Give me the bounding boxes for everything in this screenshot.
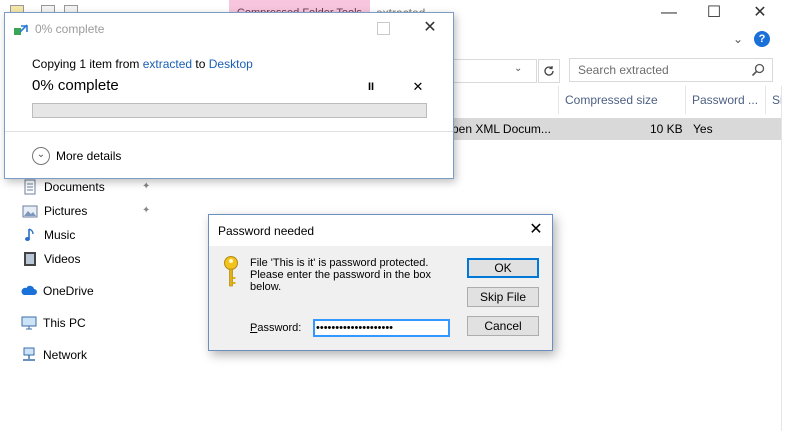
refresh-icon bbox=[544, 66, 554, 76]
search-input[interactable] bbox=[570, 59, 748, 81]
sidebar-item-label: Pictures bbox=[44, 204, 88, 218]
pin-icon[interactable]: ✦ bbox=[142, 205, 152, 216]
music-icon bbox=[25, 228, 34, 241]
password-label-rest: assword: bbox=[257, 322, 302, 334]
copy-progress-dialog: 0% complete ✕ Copying 1 item from extrac… bbox=[4, 12, 454, 179]
minimize-button[interactable]: — bbox=[646, 2, 692, 24]
sidebar-item-videos[interactable]: Videos bbox=[22, 249, 152, 269]
scrollbar-track[interactable] bbox=[781, 86, 782, 431]
sidebar-item-label: Documents bbox=[44, 180, 105, 194]
chevron-down-icon: ⌄ bbox=[32, 147, 50, 165]
documents-icon bbox=[24, 179, 36, 195]
password-dialog: Password needed ✕ File 'This is it' is p… bbox=[208, 214, 553, 351]
help-icon[interactable]: ? bbox=[754, 31, 770, 47]
password-field[interactable] bbox=[313, 319, 450, 337]
skip-file-button[interactable]: Skip File bbox=[467, 287, 539, 307]
search-icon[interactable] bbox=[750, 62, 766, 78]
progress-bar bbox=[32, 103, 427, 118]
password-cell: Yes bbox=[693, 122, 713, 136]
refresh-button[interactable] bbox=[538, 59, 560, 83]
column-header-compressed-size[interactable]: Compressed size bbox=[565, 86, 658, 114]
key-icon bbox=[224, 256, 238, 287]
column-separator[interactable] bbox=[765, 86, 766, 114]
dialog-title: Password needed bbox=[218, 224, 315, 238]
sidebar-item-network[interactable]: Network bbox=[21, 345, 131, 365]
sidebar-item-onedrive[interactable]: OneDrive bbox=[21, 281, 131, 301]
search-box[interactable] bbox=[569, 58, 773, 82]
copy-summary-prefix: Copying 1 item from bbox=[32, 57, 143, 71]
source-folder-link[interactable]: extracted bbox=[143, 57, 192, 71]
address-bar[interactable]: ⌄ bbox=[452, 59, 537, 83]
more-details-label: More details bbox=[56, 149, 122, 163]
sidebar-item-label: Music bbox=[44, 228, 76, 242]
sidebar-item-label: This PC bbox=[43, 316, 86, 330]
sidebar-item-label: Videos bbox=[44, 252, 81, 266]
pause-button[interactable]: II bbox=[363, 79, 379, 95]
onedrive-icon bbox=[21, 285, 37, 295]
sidebar-item-label: OneDrive bbox=[43, 284, 94, 298]
password-label: Password: bbox=[250, 322, 302, 334]
maximize-button bbox=[377, 22, 390, 35]
sidebar-item-label: Network bbox=[43, 348, 88, 362]
column-separator[interactable] bbox=[685, 86, 686, 114]
copy-icon bbox=[14, 24, 28, 35]
dialog-title: 0% complete bbox=[35, 22, 105, 36]
ok-button[interactable]: OK bbox=[467, 258, 539, 278]
network-icon bbox=[23, 347, 35, 361]
sidebar-item-documents[interactable]: Documents bbox=[22, 177, 152, 197]
cancel-button[interactable]: Cancel bbox=[467, 316, 539, 336]
divider bbox=[5, 131, 453, 132]
ribbon-help-area: ⌄ ? bbox=[730, 30, 778, 48]
pc-icon bbox=[21, 316, 37, 330]
pictures-icon bbox=[22, 205, 38, 218]
close-button[interactable]: ✕ bbox=[737, 2, 783, 24]
expand-ribbon-icon[interactable]: ⌄ bbox=[730, 31, 746, 47]
compressed-size-cell: 10 KB bbox=[650, 122, 683, 136]
close-button[interactable]: ✕ bbox=[525, 219, 547, 241]
videos-icon bbox=[24, 252, 36, 266]
table-row[interactable]: pen XML Docum... 10 KB Yes bbox=[452, 118, 781, 140]
pin-icon[interactable]: ✦ bbox=[142, 181, 152, 192]
skip-file-label: Skip File bbox=[479, 290, 526, 304]
close-button[interactable]: ✕ bbox=[419, 17, 441, 39]
column-separator[interactable] bbox=[558, 86, 559, 114]
progress-status: 0% complete bbox=[32, 77, 119, 94]
maximize-button[interactable]: ☐ bbox=[691, 2, 737, 24]
dialog-title-bar: Password needed ✕ bbox=[209, 215, 552, 246]
address-history-icon[interactable]: ⌄ bbox=[514, 63, 522, 74]
password-message: File 'This is it' is password protected.… bbox=[250, 257, 432, 293]
copy-summary: Copying 1 item from extracted to Desktop bbox=[32, 57, 253, 71]
destination-folder-link[interactable]: Desktop bbox=[209, 57, 253, 71]
file-type-cell: pen XML Docum... bbox=[452, 122, 551, 136]
sidebar-item-music[interactable]: Music bbox=[22, 225, 152, 245]
sidebar-item-this-pc[interactable]: This PC bbox=[21, 313, 131, 333]
column-header-password[interactable]: Password ... bbox=[692, 86, 758, 114]
sidebar-item-pictures[interactable]: Pictures bbox=[22, 201, 152, 221]
cancel-copy-button[interactable]: ✕ bbox=[410, 79, 426, 95]
copy-summary-to: to bbox=[192, 57, 209, 71]
